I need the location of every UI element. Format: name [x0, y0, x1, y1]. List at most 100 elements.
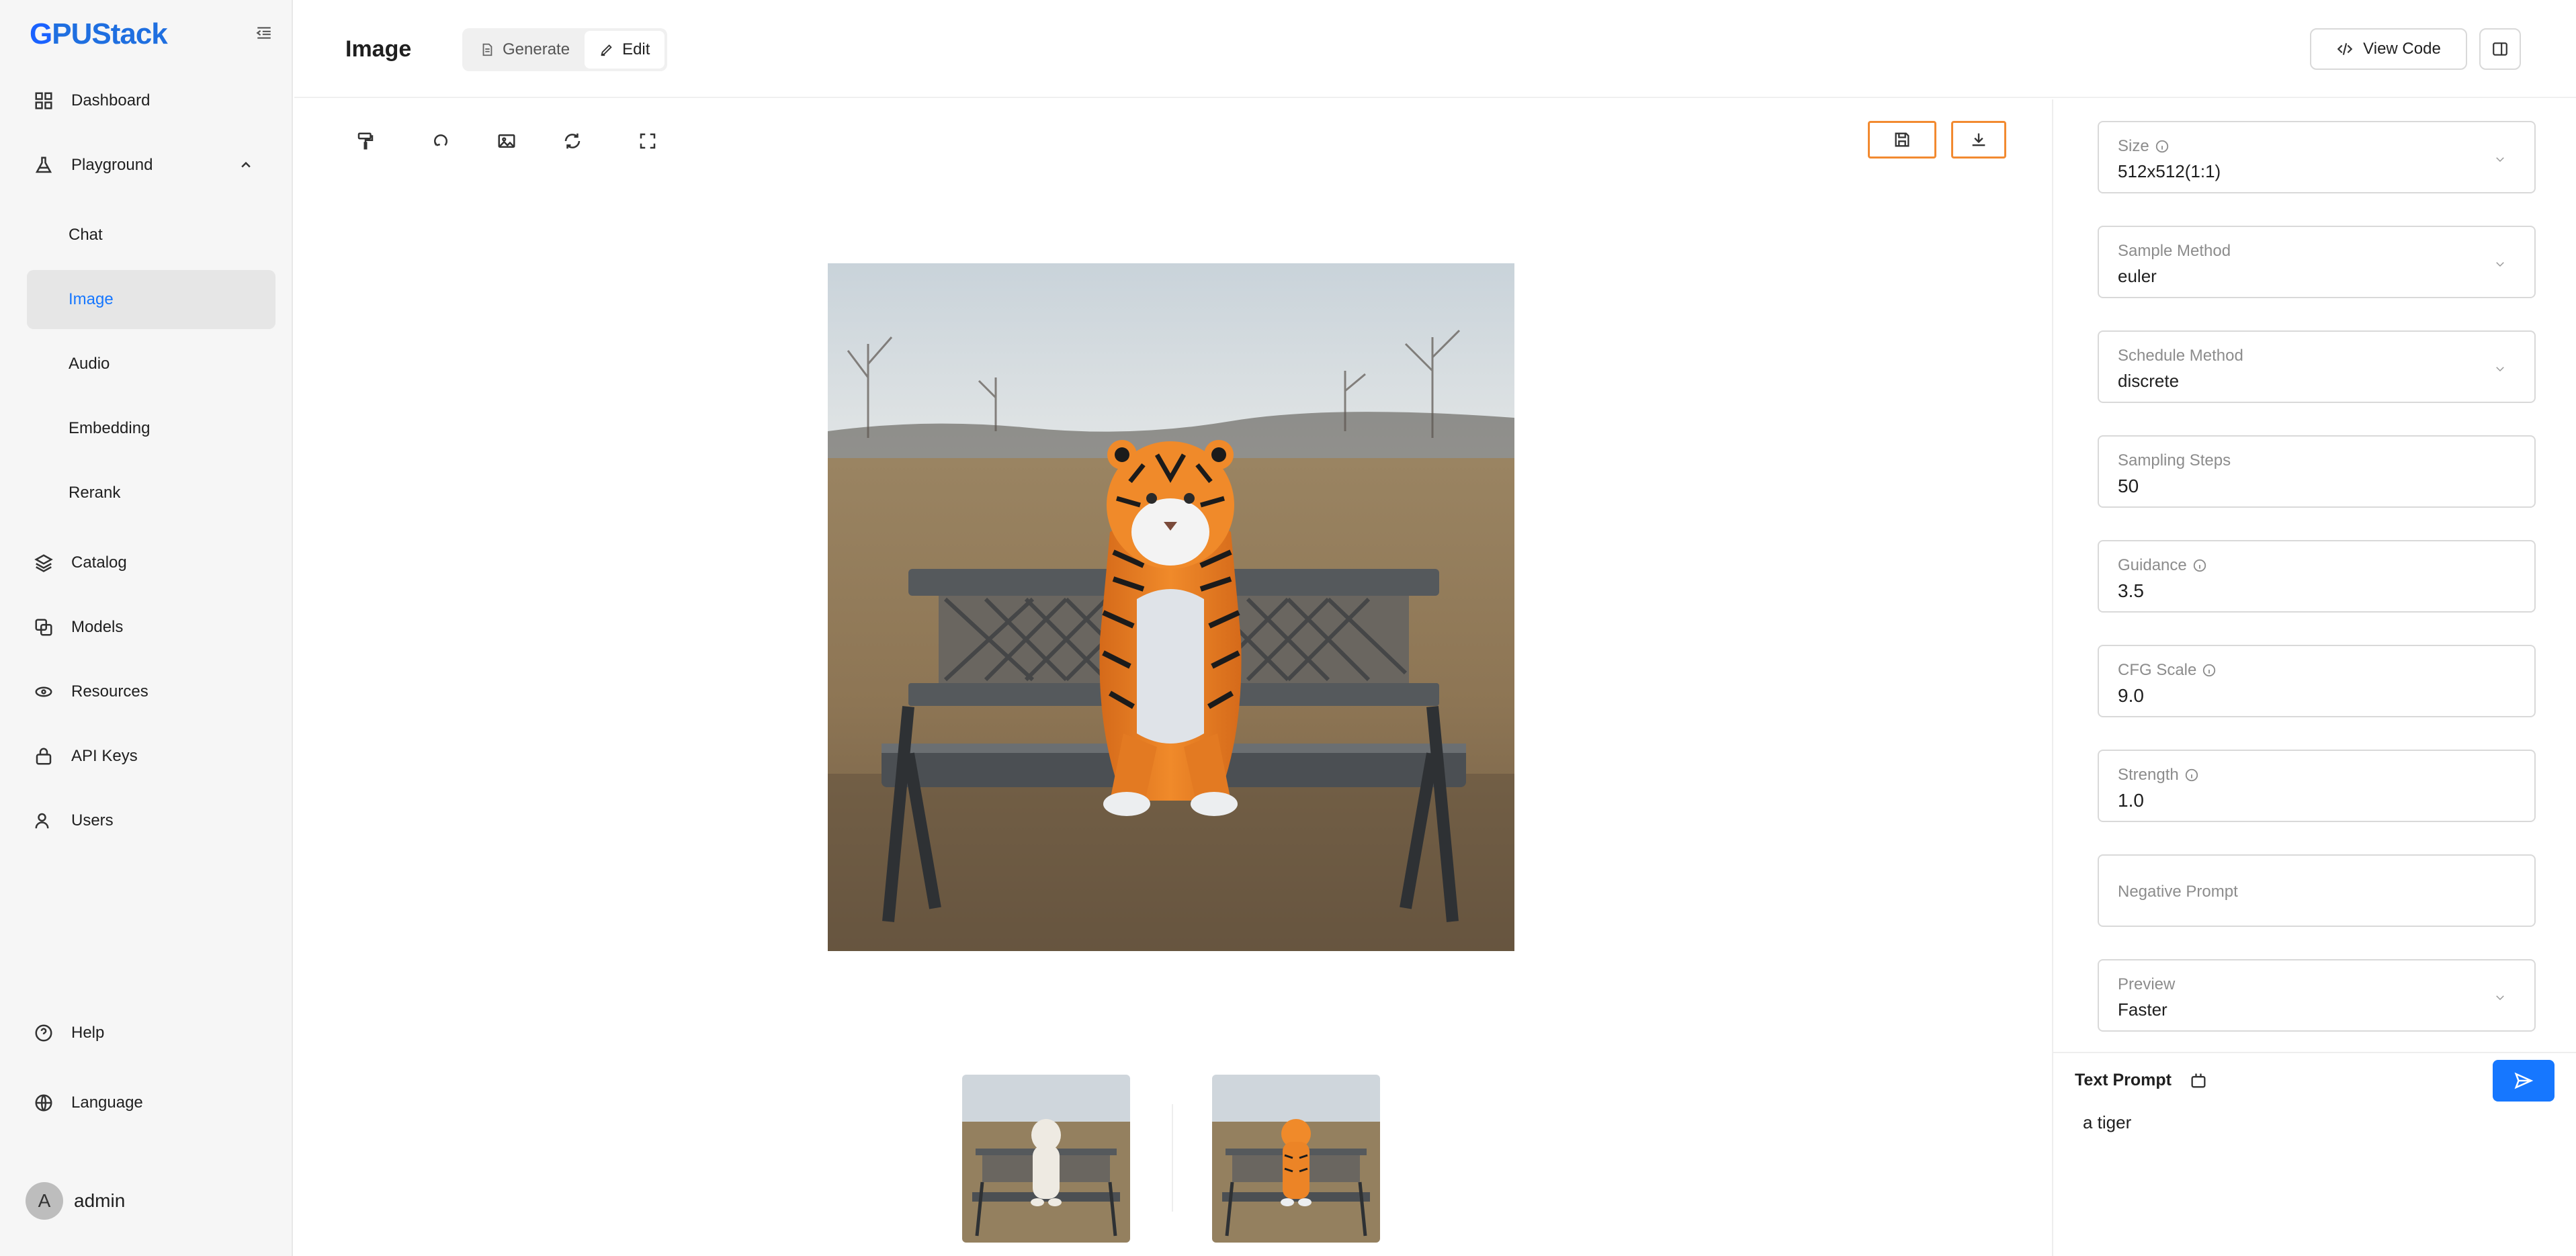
tab-edit[interactable]: Edit: [585, 31, 665, 69]
sidebar-item-catalog[interactable]: Catalog: [27, 533, 275, 592]
logo-letter: G: [30, 17, 52, 50]
toggle-panel-button[interactable]: [2479, 28, 2521, 70]
field-value: 512x512(1:1): [2118, 161, 2221, 181]
chevron-down-icon: [2496, 367, 2504, 372]
cfg-scale-input[interactable]: CFG Scale 9.0: [2098, 645, 2536, 717]
sidebar-item-label: Embedding: [69, 419, 151, 437]
chevron-down-icon: [2496, 262, 2504, 267]
field-value: 50: [2118, 476, 2139, 496]
send-button[interactable]: [2493, 1060, 2554, 1102]
sidebar-item-users[interactable]: Users: [27, 791, 275, 850]
brush-icon[interactable]: [349, 125, 382, 157]
sidebar-item-label: Rerank: [69, 484, 121, 502]
sample-method-select[interactable]: Sample Method euler: [2098, 226, 2536, 298]
field-label: CFG Scale: [2118, 661, 2197, 679]
sidebar-item-dashboard[interactable]: Dashboard: [27, 71, 275, 130]
schedule-method-select[interactable]: Schedule Method discrete: [2098, 330, 2536, 403]
download-button[interactable]: [1951, 121, 2006, 159]
image-icon[interactable]: [490, 125, 523, 157]
save-button[interactable]: [1868, 121, 1936, 159]
field-label: Preview: [2118, 975, 2176, 993]
sidebar-item-language[interactable]: Language: [27, 1073, 275, 1132]
user-name: admin: [74, 1190, 126, 1211]
sidebar-item-image[interactable]: Image: [27, 270, 275, 329]
collapse-sidebar-icon[interactable]: [255, 24, 273, 42]
sidebar-item-label: Catalog: [71, 553, 127, 572]
info-icon[interactable]: [2184, 768, 2199, 782]
divider: [2053, 1052, 2576, 1053]
sidebar-panel-icon: [2493, 42, 2507, 56]
negative-prompt-input[interactable]: Negative Prompt: [2098, 854, 2536, 927]
strength-input[interactable]: Strength 1.0: [2098, 750, 2536, 822]
sidebar-item-models[interactable]: Models: [27, 598, 275, 657]
sidebar-item-label: Language: [71, 1093, 143, 1112]
sidebar-item-audio[interactable]: Audio: [27, 334, 275, 394]
field-label: Strength: [2118, 766, 2179, 784]
users-icon: [32, 809, 55, 832]
download-icon: [1972, 133, 1985, 146]
resources-icon: [32, 680, 55, 703]
tab-label: Generate: [503, 40, 570, 58]
sampling-steps-input[interactable]: Sampling Steps 50: [2098, 435, 2536, 508]
sidebar: GPUStack Dashboard Playground Chat Image…: [0, 0, 293, 1256]
chevron-down-icon: [2496, 995, 2504, 1001]
sidebar-item-api-keys[interactable]: API Keys: [27, 727, 275, 786]
globe-icon: [32, 1091, 55, 1114]
thumbnail-divider: [1172, 1104, 1173, 1212]
sidebar-item-label: Audio: [69, 355, 110, 373]
undo-icon[interactable]: [425, 125, 457, 157]
field-value: 1.0: [2118, 790, 2144, 811]
tab-generate[interactable]: Generate: [465, 31, 585, 69]
sidebar-item-label: Dashboard: [71, 91, 151, 109]
dashboard-icon: [32, 89, 55, 112]
page-title: Image: [345, 36, 412, 62]
sidebar-item-rerank[interactable]: Rerank: [27, 463, 275, 523]
sidebar-item-label: API Keys: [71, 747, 138, 765]
view-code-button[interactable]: View Code: [2310, 28, 2467, 70]
sidebar-item-label: Models: [71, 618, 124, 636]
field-value: discrete: [2118, 371, 2180, 391]
text-prompt-label: Text Prompt: [2075, 1071, 2172, 1089]
sidebar-item-label: Chat: [69, 226, 103, 244]
send-icon: [2514, 1072, 2534, 1089]
field-label: Sampling Steps: [2118, 451, 2231, 469]
sidebar-item-label: Image: [69, 290, 114, 308]
pen-icon: [601, 44, 612, 56]
field-label: Size: [2118, 137, 2149, 155]
text-prompt-input[interactable]: a tiger: [2083, 1112, 2131, 1133]
field-value: Faster: [2118, 999, 2167, 1020]
sidebar-item-resources[interactable]: Resources: [27, 662, 275, 721]
thumbnail-tiger[interactable]: [1212, 1075, 1380, 1243]
info-icon[interactable]: [2155, 139, 2170, 154]
field-placeholder: Negative Prompt: [2118, 883, 2238, 901]
field-label: Guidance: [2118, 556, 2187, 574]
info-icon[interactable]: [2202, 663, 2217, 678]
sidebar-item-help[interactable]: Help: [27, 1003, 275, 1063]
dice-icon[interactable]: [2189, 1071, 2208, 1090]
gpustack-logo[interactable]: GPUStack: [30, 17, 168, 51]
refresh-icon[interactable]: [556, 125, 589, 157]
parameters-panel: Size 512x512(1:1) Sample Method euler Sc…: [2052, 99, 2576, 1256]
guidance-input[interactable]: Guidance 3.5: [2098, 540, 2536, 613]
info-icon[interactable]: [2192, 558, 2207, 573]
user-menu[interactable]: A admin: [26, 1182, 125, 1220]
field-label: Sample Method: [2118, 242, 2231, 260]
thumbnail-dog[interactable]: [962, 1075, 1130, 1243]
layers-icon: [32, 551, 55, 574]
sidebar-item-playground[interactable]: Playground: [27, 136, 275, 195]
flask-icon: [32, 154, 55, 177]
size-select[interactable]: Size 512x512(1:1): [2098, 121, 2536, 193]
preview-select[interactable]: Preview Faster: [2098, 959, 2536, 1032]
lock-icon: [32, 745, 55, 768]
generated-image[interactable]: [828, 263, 1514, 951]
chevron-down-icon: [2496, 157, 2504, 163]
help-icon: [32, 1022, 55, 1044]
models-icon: [32, 616, 55, 639]
chevron-up-icon[interactable]: [239, 159, 253, 172]
code-icon: [2337, 43, 2353, 55]
fullscreen-icon[interactable]: [632, 125, 664, 157]
sidebar-item-label: Help: [71, 1024, 105, 1042]
sidebar-item-embedding[interactable]: Embedding: [27, 399, 275, 458]
sidebar-item-chat[interactable]: Chat: [27, 206, 275, 265]
save-icon: [1895, 132, 1909, 147]
